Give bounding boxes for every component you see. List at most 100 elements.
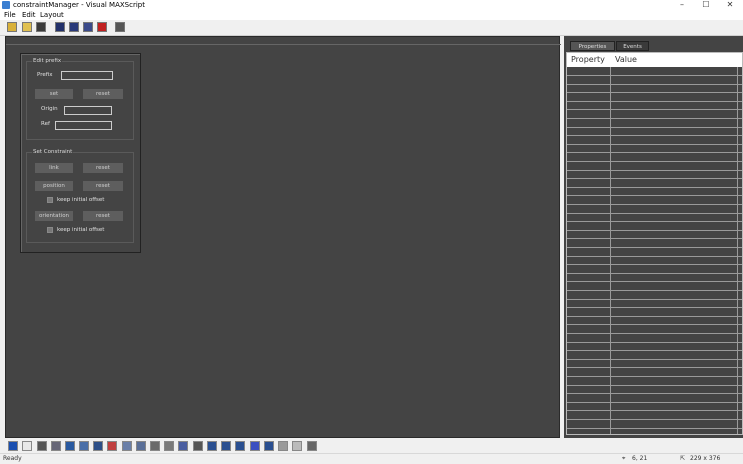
label-tool-icon[interactable] <box>178 441 188 451</box>
menu-file[interactable]: File <box>4 10 16 20</box>
link-button[interactable]: link <box>35 163 73 173</box>
reset-orientation-button[interactable]: reset <box>83 211 123 221</box>
grid-row-line <box>567 152 742 154</box>
grid-row-line <box>567 169 742 171</box>
grid-row-line <box>567 109 742 111</box>
combobox-tool-icon[interactable] <box>122 441 132 451</box>
close-file-icon[interactable] <box>97 22 107 32</box>
grid-row-line <box>567 410 742 412</box>
save-icon[interactable] <box>36 22 46 32</box>
ref-label: Ref <box>41 121 50 127</box>
keep-offset-checkbox-2[interactable] <box>47 227 53 233</box>
script-icon[interactable] <box>55 22 65 32</box>
grid-row-line <box>567 419 742 420</box>
grid-row-line <box>567 298 742 300</box>
canvas-ruler <box>6 44 561 45</box>
grid-row-line <box>567 75 742 76</box>
grid-row-line <box>567 238 742 240</box>
value-column-header: Value <box>615 55 637 64</box>
grid-row-line <box>567 427 742 429</box>
listbox-tool-icon[interactable] <box>150 441 160 451</box>
tab-events[interactable]: Events <box>616 41 649 51</box>
groupbox-tool-icon[interactable] <box>193 441 203 451</box>
reset-prefix-button[interactable]: reset <box>83 89 123 99</box>
spinner-tool-icon[interactable] <box>235 441 245 451</box>
grid-row-line <box>567 195 742 197</box>
origin-label: Origin <box>41 106 58 112</box>
grid-row-line <box>567 229 742 231</box>
rollout-frame[interactable]: Edit prefix Prefix set reset Origin Ref … <box>20 53 141 253</box>
status-bar: Ready ⌖ 6, 21 ⇱ 229 x 376 <box>0 453 743 463</box>
grid-row-line <box>567 358 742 360</box>
properties-panel: Properties Events Property Value <box>564 36 743 438</box>
grid-row-line <box>567 221 742 223</box>
grid-row-line <box>567 307 742 309</box>
column-divider-right <box>737 67 738 434</box>
grid-row-line <box>567 92 742 94</box>
grid-row-line <box>567 247 742 248</box>
column-divider <box>610 67 611 434</box>
close-button[interactable]: ✕ <box>718 0 742 10</box>
property-grid[interactable]: Property Value <box>566 52 743 435</box>
grid-row-line <box>567 83 742 85</box>
colorpicker-tool-icon[interactable] <box>107 441 117 451</box>
edittext-tool-icon[interactable] <box>164 441 174 451</box>
grid-row-line <box>567 255 742 257</box>
progressbar-tool-icon[interactable] <box>250 441 260 451</box>
grid-row-line <box>567 290 742 291</box>
origin-input[interactable] <box>64 106 112 115</box>
button-tool-icon[interactable] <box>37 441 47 451</box>
design-canvas[interactable]: Edit prefix Prefix set reset Origin Ref … <box>5 36 561 438</box>
imgtag-tool-icon[interactable] <box>307 441 317 451</box>
grid-row-line <box>567 126 742 128</box>
reset-link-button[interactable]: reset <box>83 163 123 173</box>
set-button[interactable]: set <box>35 89 73 99</box>
app-icon <box>2 1 10 9</box>
materialbutton-tool-icon[interactable] <box>65 441 75 451</box>
grid-header: Property Value <box>567 53 742 67</box>
pickbutton-tool-icon[interactable] <box>79 441 89 451</box>
grid-row-line <box>567 143 742 145</box>
set-constraint-group[interactable]: Set Constraint link reset position reset… <box>26 149 134 243</box>
checkbox-tool-icon[interactable] <box>207 441 217 451</box>
prefix-input[interactable] <box>61 71 113 80</box>
ref-input[interactable] <box>55 121 112 130</box>
set-constraint-label: Set Constraint <box>32 149 74 156</box>
keep-offset-label-1: keep initial offset <box>57 197 105 203</box>
grid-row-line <box>567 186 742 188</box>
keep-offset-checkbox-1[interactable] <box>47 197 53 203</box>
radiobuttons-tool-icon[interactable] <box>221 441 231 451</box>
run-icon[interactable] <box>69 22 79 32</box>
tab-properties[interactable]: Properties <box>570 41 615 51</box>
new-icon[interactable] <box>7 22 17 32</box>
menu-layout[interactable]: Layout <box>40 10 64 20</box>
slider-tool-icon[interactable] <box>264 441 274 451</box>
open-icon[interactable] <box>22 22 32 32</box>
checkbutton-tool-icon[interactable] <box>93 441 103 451</box>
keep-offset-label-2: keep initial offset <box>57 227 105 233</box>
window-title: constraintManager - Visual MAXScript <box>13 1 145 9</box>
maximize-button[interactable]: ☐ <box>694 0 718 10</box>
reset-position-button[interactable]: reset <box>83 181 123 191</box>
grid-row-line <box>567 100 742 102</box>
edit-prefix-group[interactable]: Edit prefix Prefix set reset Origin Ref <box>26 58 134 140</box>
mapbutton-tool-icon[interactable] <box>51 441 61 451</box>
bitmap-tool-icon[interactable] <box>22 441 32 451</box>
grid-row-line <box>567 212 742 214</box>
pointer-tool-icon[interactable] <box>8 441 18 451</box>
dropdown-tool-icon[interactable] <box>136 441 146 451</box>
title-bar: constraintManager - Visual MAXScript – ☐… <box>0 0 743 10</box>
grid-row-line <box>567 393 742 395</box>
blank-icon[interactable] <box>83 22 93 32</box>
grid-row-line <box>567 272 742 274</box>
menu-edit[interactable]: Edit <box>22 10 36 20</box>
orientation-button[interactable]: orientation <box>35 211 73 221</box>
grid-icon[interactable] <box>115 22 125 32</box>
minimize-button[interactable]: – <box>670 0 694 10</box>
activex-tool-icon[interactable] <box>292 441 302 451</box>
position-button[interactable]: position <box>35 181 73 191</box>
timer-tool-icon[interactable] <box>278 441 288 451</box>
grid-row-line <box>567 384 742 386</box>
grid-row-line <box>567 118 742 119</box>
grid-row-line <box>567 324 742 326</box>
